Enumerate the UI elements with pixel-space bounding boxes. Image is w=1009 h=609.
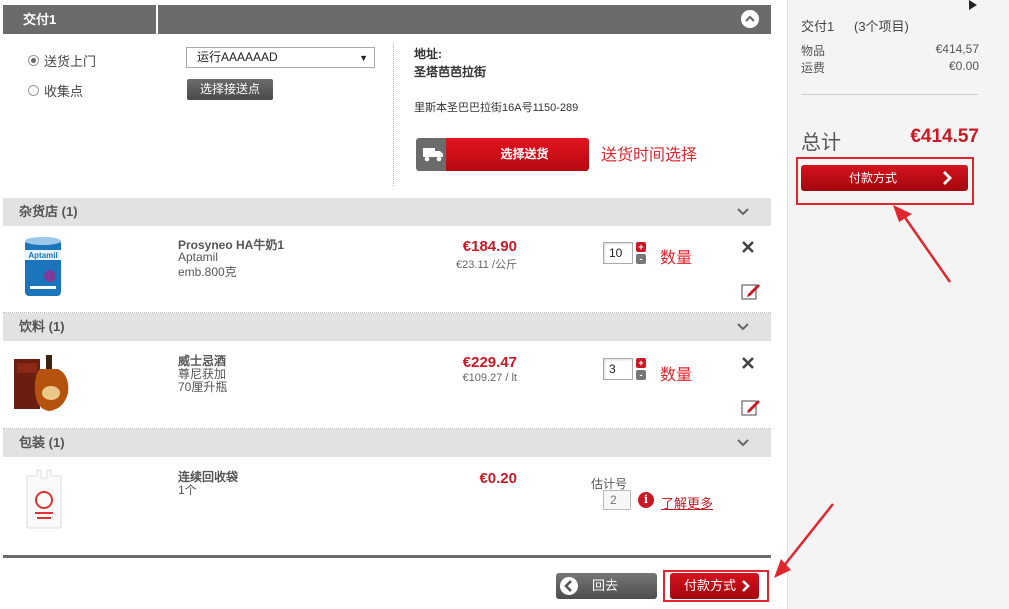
summary-item-count: (3个项目) — [854, 19, 909, 34]
quantity-plus-button[interactable]: + — [636, 242, 646, 252]
choose-delivery-button[interactable]: 选择送货 — [416, 138, 589, 171]
pickup-point-option[interactable]: 收集点 — [28, 81, 83, 100]
home-delivery-label: 送货上门 — [44, 54, 97, 69]
info-icon[interactable]: i — [638, 492, 654, 508]
quantity-plus-button[interactable]: + — [636, 358, 646, 368]
section-name: 饮料 (1) — [19, 319, 65, 334]
checkout-main: 交付1 送货上门 收集点 运行AAAAAAD ▼ 选择接送点 地址: 圣塔芭芭拉… — [0, 0, 775, 609]
choose-delivery-label: 选择送货 — [446, 138, 589, 171]
quantity-annotation: 数量 — [660, 367, 693, 384]
chevron-right-icon — [943, 171, 952, 185]
truck-icon — [423, 148, 443, 162]
product-price: €184.90 — [462, 238, 517, 255]
close-icon[interactable] — [742, 357, 754, 369]
product-image-aptamil[interactable]: Aptamil — [22, 236, 64, 301]
order-summary-sidebar: 交付1 (3个项目) 物品 €414,57 运费 €0.00 总计 €414.5… — [787, 0, 1009, 609]
section-header-drinks[interactable]: 饮料 (1) — [3, 313, 771, 341]
product-image-whisky[interactable] — [14, 353, 74, 416]
home-delivery-option[interactable]: 送货上门 — [28, 51, 96, 70]
divider — [801, 94, 978, 95]
product-detail: 70厘升瓶 — [178, 380, 228, 394]
dropdown-arrow-icon: ▼ — [359, 53, 368, 63]
aptamil-logo-text: Aptamil — [28, 251, 57, 260]
chevron-down-icon — [737, 323, 749, 331]
edit-icon[interactable] — [741, 397, 761, 417]
section-header-packaging[interactable]: 包装 (1) — [3, 429, 771, 457]
product-unit-price: €109.27 / lt — [462, 372, 517, 384]
chevron-left-icon — [560, 577, 578, 595]
payment-method-button[interactable]: 付款方式 — [670, 573, 759, 599]
delivery-time-annotation: 送货时间选择 — [601, 147, 698, 164]
section-name: 杂货店 (1) — [19, 204, 78, 219]
total-label: 总计 — [801, 132, 841, 154]
summary-title: 交付1 — [801, 19, 835, 34]
radio-selected-icon[interactable] — [28, 55, 39, 66]
address-line: 里斯本圣巴巴拉街16A号1150-289 — [414, 102, 579, 114]
product-quantity-text: 1个 — [178, 483, 197, 497]
play-arrow-icon — [969, 0, 977, 10]
estimate-field: 2 — [603, 490, 631, 510]
product-price: €229.47 — [462, 354, 517, 371]
collapse-toggle-icon[interactable] — [741, 10, 759, 28]
back-button-label: 回去 — [592, 578, 619, 593]
quantity-minus-button[interactable]: - — [636, 254, 646, 264]
divider — [393, 43, 394, 186]
chevron-down-icon — [737, 208, 749, 216]
payment-button-label: 付款方式 — [849, 171, 898, 185]
section-name: 包装 (1) — [19, 435, 65, 450]
address-select[interactable]: 运行AAAAAAD ▼ — [186, 47, 375, 68]
address-name: 圣塔芭芭拉街 — [414, 65, 487, 79]
product-brand: Aptamil — [178, 250, 219, 264]
chevron-right-icon — [742, 580, 750, 592]
product-detail: emb.800克 — [178, 265, 237, 279]
quantity-input[interactable]: 10 — [603, 242, 633, 264]
quantity-input[interactable]: 3 — [603, 358, 633, 380]
payment-button-label: 付款方式 — [684, 578, 737, 593]
quantity-minus-button[interactable]: - — [636, 370, 646, 380]
address-select-value: 运行AAAAAAD — [197, 50, 278, 64]
shipping-value: €0.00 — [948, 59, 979, 73]
product-unit-price: €23.11 /公斤 — [456, 259, 517, 271]
goods-value: €414,57 — [935, 42, 979, 56]
delivery-title: 交付1 — [3, 5, 158, 34]
learn-more-link[interactable]: 了解更多 — [661, 493, 713, 512]
chevron-down-icon — [737, 439, 749, 447]
product-price: €0.20 — [479, 470, 517, 487]
edit-icon[interactable] — [741, 281, 761, 301]
delivery-header: 交付1 — [3, 5, 771, 34]
shipping-label: 运费 — [801, 61, 826, 75]
radio-unselected-icon[interactable] — [28, 85, 39, 96]
section-header-grocery[interactable]: 杂货店 (1) — [3, 198, 771, 226]
footer-divider — [3, 555, 771, 558]
goods-label: 物品 — [801, 44, 826, 58]
total-value: €414.57 — [910, 126, 979, 147]
quantity-annotation: 数量 — [660, 250, 693, 267]
close-icon[interactable] — [742, 241, 754, 253]
sidebar-payment-method-button[interactable]: 付款方式 — [801, 165, 968, 191]
pickup-point-label: 收集点 — [44, 84, 84, 99]
back-button[interactable]: 回去 — [556, 573, 657, 599]
address-label: 地址: — [414, 47, 442, 61]
choose-pickup-button[interactable]: 选择接送点 — [187, 79, 273, 100]
product-image-bag[interactable] — [25, 468, 63, 533]
